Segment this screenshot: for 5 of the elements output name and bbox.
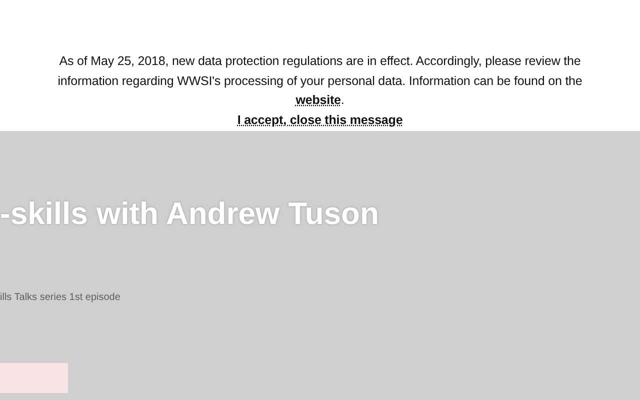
website-link[interactable]: website (296, 93, 341, 107)
accept-link[interactable]: I accept, close this message (237, 110, 403, 130)
hero-subtitle: ills Talks series 1st episode (0, 292, 122, 303)
hero-button[interactable] (0, 363, 68, 393)
notice-text: As of May 25, 2018, new data protection regulations are in effect. Accordingly, please review the information regarding WWSI's processing of your personal data. Information can be found on the website. (56, 53, 584, 109)
